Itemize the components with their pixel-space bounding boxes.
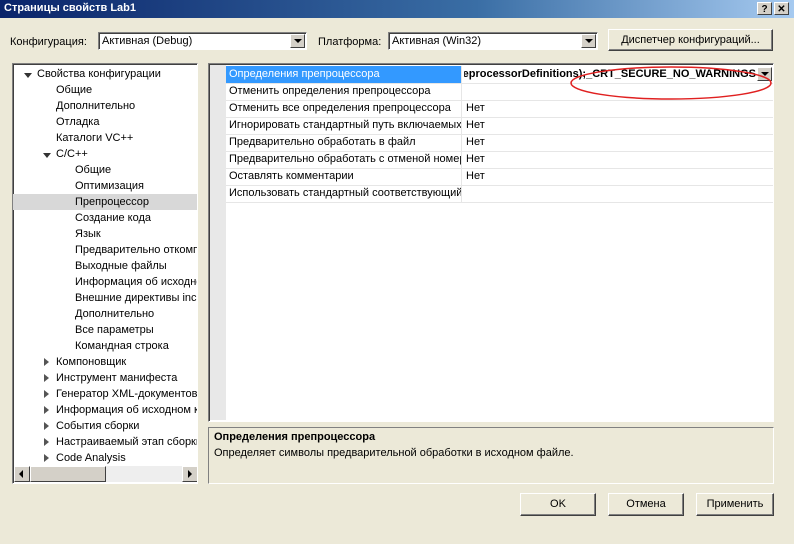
help-button[interactable]: ? xyxy=(757,2,772,15)
chevron-down-icon[interactable] xyxy=(581,34,596,48)
prop-row[interactable]: Игнорировать стандартный путь включаемых… xyxy=(226,117,773,135)
prop-name: Предварительно обработать с отменой номе… xyxy=(226,151,462,168)
prop-name: Предварительно обработать в файл xyxy=(226,134,462,151)
scroll-right-button[interactable] xyxy=(182,466,197,482)
tree-item-root[interactable]: Свойства конфигурации xyxy=(37,66,161,82)
tree-item-cpp[interactable]: C/C++ xyxy=(56,146,88,162)
grid-left-margin xyxy=(210,65,226,420)
title-bar: Страницы свойств Lab1 ? ✕ xyxy=(0,0,794,18)
tree-item-manifest-tool[interactable]: Инструмент манифеста xyxy=(56,370,177,386)
collapsed-arrow-icon[interactable] xyxy=(44,406,49,414)
tree-item-preprocessor[interactable]: Препроцессор xyxy=(13,194,197,210)
tree-item-cpp-child[interactable]: Язык xyxy=(75,226,101,242)
prop-name: Игнорировать стандартный путь включаемых xyxy=(226,117,462,134)
platform-select[interactable]: Активная (Win32) xyxy=(388,32,598,50)
configuration-label: Конфигурация: xyxy=(10,36,87,48)
tree-item-cpp-child[interactable]: Дополнительно xyxy=(75,306,154,322)
configuration-select[interactable]: Активная (Debug) xyxy=(98,32,307,50)
scroll-thumb[interactable] xyxy=(30,466,106,482)
prop-value[interactable] xyxy=(464,185,773,202)
tree-item-general[interactable]: Общие xyxy=(56,82,92,98)
prop-value[interactable]: Нет xyxy=(464,134,773,151)
collapsed-arrow-icon[interactable] xyxy=(44,374,49,382)
window-title: Страницы свойств Lab1 xyxy=(4,2,136,14)
collapsed-arrow-icon[interactable] xyxy=(44,390,49,398)
tree-item-browse-info[interactable]: Информация об исходном к xyxy=(56,402,197,418)
prop-row[interactable]: Использовать стандартный соответствующий xyxy=(226,185,773,203)
description-panel: Определения препроцессора Определяет сим… xyxy=(208,427,774,484)
apply-button[interactable]: Применить xyxy=(696,493,774,516)
tree-item-cpp-child[interactable]: Внешние директивы inc xyxy=(75,290,197,306)
tree-item-advanced[interactable]: Дополнительно xyxy=(56,98,135,114)
tree-item-xml-doc[interactable]: Генератор XML-документов xyxy=(56,386,197,402)
tree-item-cpp-child[interactable]: Создание кода xyxy=(75,210,151,226)
platform-value: Активная (Win32) xyxy=(392,35,482,47)
prop-row[interactable]: Предварительно обработать в файл Нет xyxy=(226,134,773,152)
tree-item-debugging[interactable]: Отладка xyxy=(56,114,99,130)
tree-item-cpp-child[interactable]: Предварительно откомп xyxy=(75,242,197,258)
tree-item-vc-dirs[interactable]: Каталоги VC++ xyxy=(56,130,133,146)
arrow-left-icon xyxy=(19,470,23,478)
prop-name: Отменить определения препроцессора xyxy=(226,83,462,100)
collapsed-arrow-icon[interactable] xyxy=(44,422,49,430)
platform-label: Платформа: xyxy=(318,36,382,48)
prop-row[interactable]: Предварительно обработать с отменой номе… xyxy=(226,151,773,169)
annotation-ellipse xyxy=(570,66,772,100)
close-button[interactable]: ✕ xyxy=(774,2,789,15)
tree-item-cpp-child[interactable]: Общие xyxy=(75,162,111,178)
tree-item-cpp-child[interactable]: Информация об исходно xyxy=(75,274,197,290)
arrow-right-icon xyxy=(188,470,192,478)
ok-button[interactable]: OK xyxy=(520,493,596,516)
prop-name: Определения препроцессора xyxy=(226,66,462,83)
tree-item-cpp-child[interactable]: Оптимизация xyxy=(75,178,144,194)
prop-name: Отменить все определения препроцессора xyxy=(226,100,462,117)
tree-item-linker[interactable]: Компоновщик xyxy=(56,354,126,370)
tree-horizontal-scrollbar[interactable] xyxy=(14,466,197,482)
prop-name: Оставлять комментарии xyxy=(226,168,462,185)
prop-value[interactable]: Нет xyxy=(464,168,773,185)
description-title: Определения препроцессора xyxy=(214,431,376,443)
tree-item-cpp-child[interactable]: Командная строка xyxy=(75,338,169,354)
expand-arrow-icon[interactable] xyxy=(43,153,51,158)
property-tree: Свойства конфигурации Общие Дополнительн… xyxy=(12,63,198,484)
prop-name: Использовать стандартный соответствующий xyxy=(226,185,462,202)
expand-arrow-icon[interactable] xyxy=(24,73,32,78)
cancel-button[interactable]: Отмена xyxy=(608,493,684,516)
collapsed-arrow-icon[interactable] xyxy=(44,358,49,366)
chevron-down-icon[interactable] xyxy=(290,34,305,48)
tree-item-build-events[interactable]: События сборки xyxy=(56,418,139,434)
tree-item-custom-build[interactable]: Настраиваемый этап сборки xyxy=(56,434,197,450)
tree-item-cpp-child[interactable]: Выходные файлы xyxy=(75,258,167,274)
prop-row[interactable]: Оставлять комментарии Нет xyxy=(226,168,773,186)
description-text: Определяет символы предварительной обраб… xyxy=(214,447,574,459)
collapsed-arrow-icon[interactable] xyxy=(44,454,49,462)
scroll-left-button[interactable] xyxy=(14,466,30,482)
configuration-manager-button[interactable]: Диспетчер конфигураций... xyxy=(608,29,773,51)
prop-value[interactable]: Нет xyxy=(464,151,773,168)
tree-item-code-analysis[interactable]: Code Analysis xyxy=(56,450,126,466)
collapsed-arrow-icon[interactable] xyxy=(44,438,49,446)
configuration-value: Активная (Debug) xyxy=(102,35,193,47)
tree-item-cpp-child[interactable]: Все параметры xyxy=(75,322,154,338)
prop-value[interactable]: Нет xyxy=(464,117,773,134)
property-grid: Определения препроцессора reprocessorDef… xyxy=(208,63,774,422)
